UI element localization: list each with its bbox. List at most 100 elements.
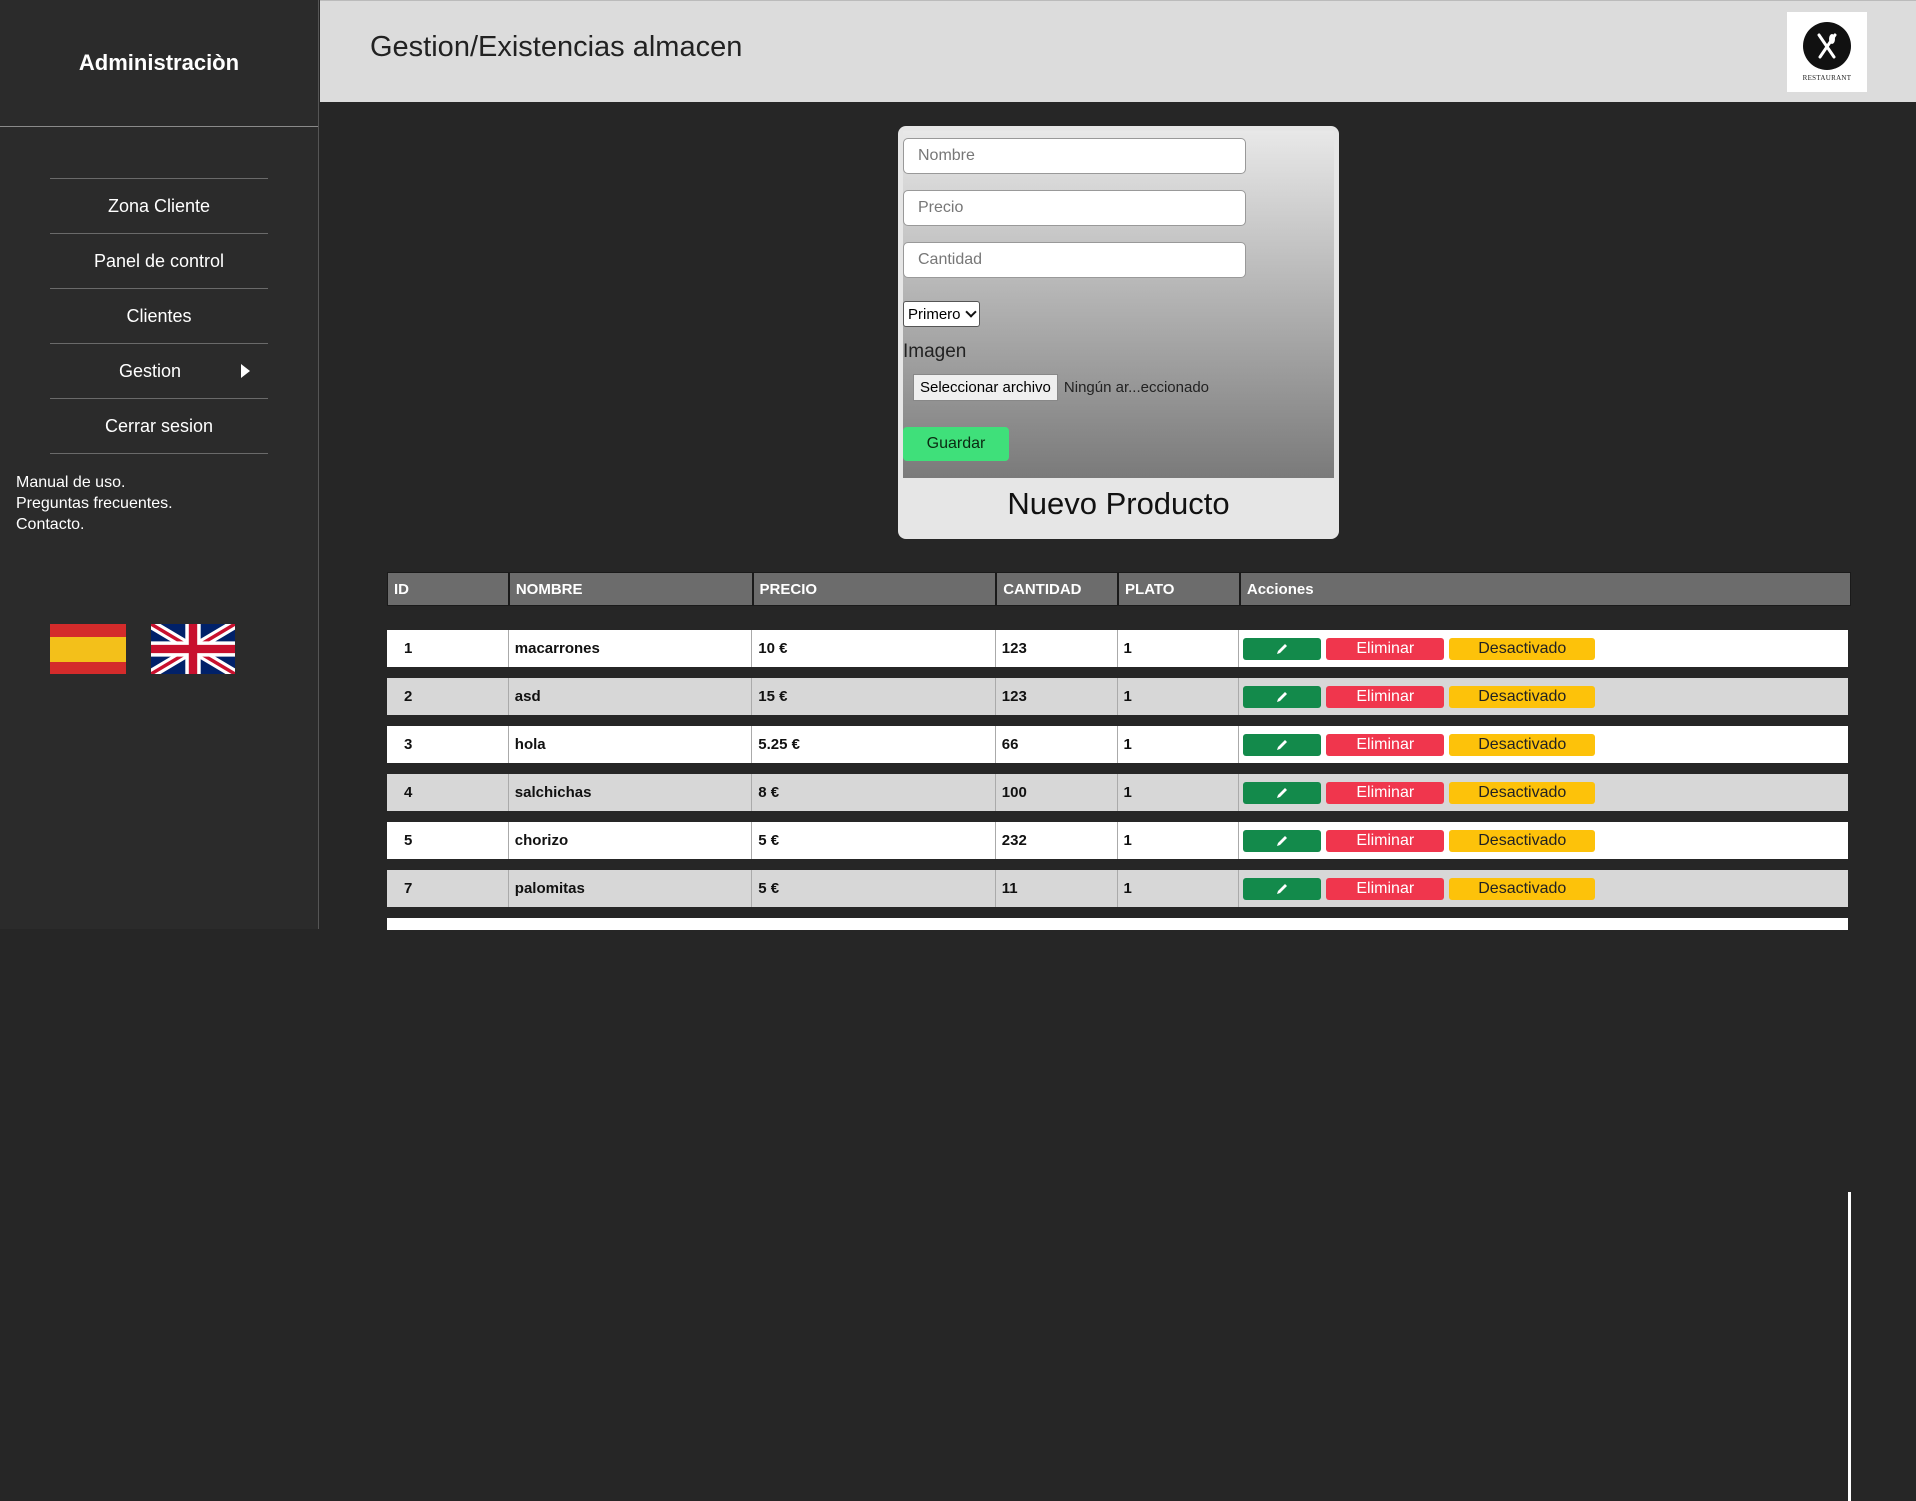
delete-button[interactable]: Eliminar: [1326, 829, 1445, 852]
restaurant-logo: RESTAURANT: [1787, 12, 1867, 92]
edit-button[interactable]: [1243, 829, 1322, 852]
cell-plato: 1: [1118, 822, 1240, 859]
cell-cantidad: 100: [996, 774, 1118, 811]
cell-plato: 1: [1118, 774, 1240, 811]
delete-button[interactable]: Eliminar: [1326, 685, 1445, 708]
cell-acciones: Eliminar Desactivado: [1239, 678, 1848, 715]
nav-item-zona-cliente[interactable]: Zona Cliente: [50, 179, 268, 234]
cell-id: 5: [387, 822, 509, 859]
cell-id: 4: [387, 774, 509, 811]
table-row: 1 macarrones 10 € 123 1 Eliminar Desacti…: [387, 630, 1848, 667]
edit-button[interactable]: [1243, 637, 1322, 660]
cell-id: 1: [387, 630, 509, 667]
deactivated-button[interactable]: Desactivado: [1449, 733, 1596, 756]
deactivated-button[interactable]: Desactivado: [1449, 781, 1596, 804]
link-manual[interactable]: Manual de uso.: [16, 472, 318, 493]
cell-plato: 1: [1118, 870, 1240, 907]
nav-item-label: Zona Cliente: [107, 195, 211, 216]
page-header: Gestion/Existencias almacen RESTAURANT: [320, 0, 1916, 102]
pencil-icon: [1277, 883, 1288, 894]
cell-nombre: hola: [509, 726, 753, 763]
cell-acciones: Eliminar Desactivado: [1239, 870, 1848, 907]
nav-item-cerrar-sesion[interactable]: Cerrar sesion: [50, 399, 268, 454]
new-product-form: Primero Imagen Seleccionar archivo Ningú…: [903, 131, 1334, 478]
sidebar: Administraciòn Zona Cliente Panel de con…: [0, 0, 319, 929]
nav-item-panel-de-control[interactable]: Panel de control: [50, 234, 268, 289]
precio-input[interactable]: [903, 190, 1246, 226]
cell-precio: 5 €: [752, 870, 996, 907]
deactivated-button[interactable]: Desactivado: [1449, 829, 1596, 852]
cell-nombre: asd: [509, 678, 753, 715]
fork-knife-icon: [1803, 22, 1851, 70]
col-precio: PRECIO: [754, 573, 998, 605]
nav-item-clientes[interactable]: Clientes: [50, 289, 268, 344]
choose-file-button[interactable]: Seleccionar archivo: [913, 373, 1058, 401]
cell-cantidad: 66: [996, 726, 1118, 763]
cell-acciones: Eliminar Desactivado: [1239, 630, 1848, 667]
nombre-input[interactable]: [903, 138, 1246, 174]
help-links: Manual de uso. Preguntas frecuentes. Con…: [16, 472, 318, 535]
cantidad-input[interactable]: [903, 242, 1246, 278]
edit-button[interactable]: [1243, 685, 1322, 708]
cell-nombre: palomitas: [509, 870, 753, 907]
nav-item-label: Panel de control: [93, 250, 225, 271]
link-contact[interactable]: Contacto.: [16, 514, 318, 535]
table-scroll-edge: [1848, 1192, 1851, 1501]
cell-nombre: salchichas: [509, 774, 753, 811]
cell-acciones: Eliminar Desactivado: [1239, 774, 1848, 811]
sidebar-nav: Zona Cliente Panel de control Clientes G…: [50, 178, 268, 454]
cell-plato: 1: [1118, 678, 1240, 715]
deactivated-button[interactable]: Desactivado: [1449, 877, 1596, 900]
cell-precio: 8 €: [752, 774, 996, 811]
table-row: 3 hola 5.25 € 66 1 Eliminar Desactivado: [387, 726, 1848, 763]
cell-precio: 10 €: [752, 630, 996, 667]
nav-item-gestion[interactable]: Gestion: [50, 344, 268, 399]
edit-button[interactable]: [1243, 877, 1322, 900]
nav-item-label: Clientes: [126, 305, 192, 326]
col-acciones: Acciones: [1246, 580, 1314, 598]
table-body: 1 macarrones 10 € 123 1 Eliminar Desacti…: [387, 630, 1848, 941]
link-faq[interactable]: Preguntas frecuentes.: [16, 493, 318, 514]
uk-flag-icon[interactable]: [151, 624, 235, 674]
cell-id: 2: [387, 678, 509, 715]
products-table: ID NOMBRE PRECIO CANTIDAD PLATO Acciones…: [387, 572, 1851, 1501]
pencil-icon: [1277, 691, 1288, 702]
cell-precio: 15 €: [752, 678, 996, 715]
cell-precio: 5.25 €: [752, 726, 996, 763]
cell-plato: 1: [1118, 726, 1240, 763]
nav-item-label: Gestion: [118, 360, 182, 381]
cell-precio: 5 €: [752, 822, 996, 859]
sidebar-title: Administraciòn: [0, 0, 318, 127]
cell-plato: 1: [1118, 630, 1240, 667]
table-row: 2 asd 15 € 123 1 Eliminar Desactivado: [387, 678, 1848, 715]
pencil-icon: [1277, 643, 1288, 654]
cell-acciones: Eliminar Desactivado: [1239, 726, 1848, 763]
table-header: ID NOMBRE PRECIO CANTIDAD PLATO Acciones: [387, 572, 1851, 606]
deactivated-button[interactable]: Desactivado: [1449, 637, 1596, 660]
file-status: Ningún ar...eccionado: [1063, 378, 1210, 396]
delete-button[interactable]: Eliminar: [1326, 733, 1445, 756]
nav-item-label: Cerrar sesion: [104, 415, 214, 436]
delete-button[interactable]: Eliminar: [1326, 877, 1445, 900]
delete-button[interactable]: Eliminar: [1326, 781, 1445, 804]
edit-button[interactable]: [1243, 781, 1322, 804]
col-id: ID: [388, 573, 510, 605]
spain-flag-icon[interactable]: [50, 624, 126, 674]
logo-text: RESTAURANT: [1802, 74, 1852, 82]
file-upload: Seleccionar archivo Ningún ar...eccionad…: [913, 371, 1209, 403]
deactivated-button[interactable]: Desactivado: [1449, 685, 1596, 708]
edit-button[interactable]: [1243, 733, 1322, 756]
pencil-icon: [1277, 835, 1288, 846]
cell-cantidad: 123: [996, 678, 1118, 715]
caret-right-icon: [241, 364, 250, 378]
cell-cantidad: 123: [996, 630, 1118, 667]
plato-select[interactable]: Primero: [903, 301, 980, 327]
table-row: 7 palomitas 5 € 11 1 Eliminar Desactivad…: [387, 870, 1848, 907]
table-row: 4 salchichas 8 € 100 1 Eliminar Desactiv…: [387, 774, 1848, 811]
delete-button[interactable]: Eliminar: [1326, 637, 1445, 660]
chevron-down-icon: [964, 306, 977, 318]
cell-cantidad: 232: [996, 822, 1118, 859]
cell-nombre: chorizo: [509, 822, 753, 859]
save-button[interactable]: Guardar: [903, 427, 1009, 461]
cell-id: 7: [387, 870, 509, 907]
